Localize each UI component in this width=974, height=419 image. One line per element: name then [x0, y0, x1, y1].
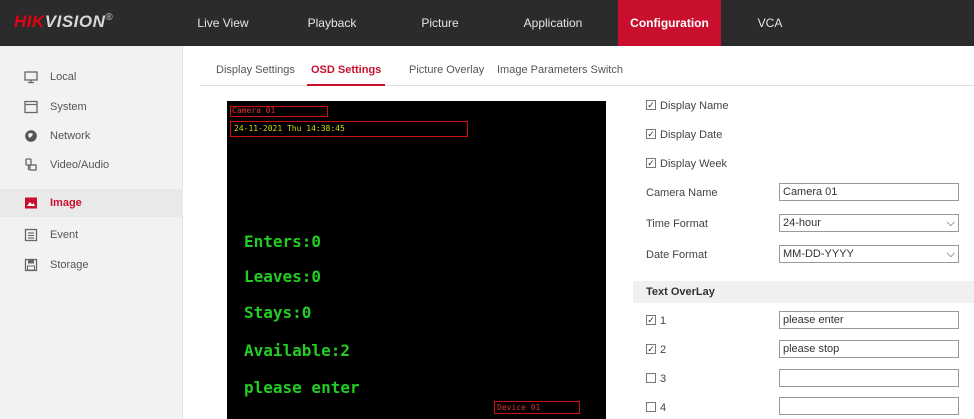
top-nav-bar: HIKVISION® Live View Playback Picture Ap…	[0, 0, 974, 46]
sidebar-item-label: Local	[50, 71, 77, 83]
text-overlay-header: Text OverLay	[633, 281, 974, 303]
text-overlay-checkbox[interactable]	[646, 402, 656, 413]
sidebar-item-label: Event	[50, 229, 79, 241]
tab-display-settings[interactable]: Display Settings	[216, 56, 295, 86]
text-overlay-checkbox[interactable]	[646, 373, 656, 384]
time-format-value: 24-hour	[783, 217, 821, 229]
sidebar-item-label: Storage	[50, 259, 89, 271]
date-format-select[interactable]: MM-DD-YYYY ⌵	[779, 245, 959, 263]
chevron-down-icon: ⌵	[946, 217, 955, 229]
osd-text-line: please enter	[244, 378, 360, 397]
osd-datetime: 24-11-2021 Thu 14:38:45	[234, 124, 345, 133]
nav-live-view[interactable]: Live View	[187, 0, 259, 46]
nav-application[interactable]: Application	[505, 0, 601, 46]
nav-configuration[interactable]: Configuration	[618, 0, 721, 46]
storage-icon	[24, 258, 38, 272]
text-overlay-checkbox[interactable]: ✓	[646, 344, 656, 355]
osd-text-line: Available:2	[244, 341, 350, 360]
text-overlay-row: 4	[646, 398, 666, 418]
display-week-label: Display Week	[660, 158, 728, 170]
text-overlay-number: 3	[660, 373, 667, 385]
osd-text-line: Leaves:0	[244, 267, 322, 286]
sidebar-item-network[interactable]: Network	[0, 122, 183, 150]
nav-playback[interactable]: Playback	[296, 0, 368, 46]
osd-camera-name: Camera 01	[232, 106, 276, 115]
text-overlay-input[interactable]: please enter	[779, 311, 959, 329]
text-overlay-number: 2	[660, 344, 667, 356]
time-format-label: Time Format	[646, 218, 708, 230]
settings-tabs: Display Settings OSD Settings Picture Ov…	[200, 56, 974, 86]
display-name-checkbox[interactable]: ✓	[646, 100, 656, 111]
sidebar-item-system[interactable]: System	[0, 93, 183, 121]
text-overlay-number: 4	[660, 402, 667, 414]
event-icon	[24, 228, 38, 242]
text-overlay-row: ✓ 1	[646, 311, 666, 331]
tab-picture-overlay[interactable]: Picture Overlay	[409, 56, 484, 86]
display-date-label: Display Date	[660, 129, 723, 141]
text-overlay-row: ✓ 2	[646, 340, 666, 360]
osd-text-line: Stays:0	[244, 303, 312, 322]
time-format-select[interactable]: 24-hour ⌵	[779, 214, 959, 232]
date-format-value: MM-DD-YYYY	[783, 248, 854, 260]
camera-name-label: Camera Name	[646, 187, 718, 199]
text-overlay-input[interactable]	[779, 397, 959, 415]
sidebar-item-event[interactable]: Event	[0, 221, 183, 249]
system-icon	[24, 100, 38, 114]
globe-icon	[25, 130, 37, 142]
display-week-row: ✓ Display Week	[646, 154, 727, 174]
sidebar-item-label: System	[50, 101, 87, 113]
text-overlay-number: 1	[660, 315, 667, 327]
sidebar-item-storage[interactable]: Storage	[0, 251, 183, 279]
sidebar-item-local[interactable]: Local	[0, 63, 183, 91]
tab-image-parameters-switch[interactable]: Image Parameters Switch	[497, 56, 623, 86]
display-week-checkbox[interactable]: ✓	[646, 158, 656, 169]
monitor-icon	[24, 71, 38, 84]
display-name-row: ✓ Display Name	[646, 96, 728, 116]
sidebar-item-label: Network	[50, 130, 91, 142]
video-audio-icon	[25, 158, 37, 171]
tab-osd-settings[interactable]: OSD Settings	[307, 56, 386, 86]
display-date-row: ✓ Display Date	[646, 125, 722, 145]
nav-vca[interactable]: VCA	[740, 0, 800, 46]
brand-logo: HIKVISION®	[14, 12, 114, 31]
sidebar-item-video-audio[interactable]: Video/Audio	[0, 151, 183, 179]
sidebar-item-label: Video/Audio	[50, 159, 110, 171]
display-date-checkbox[interactable]: ✓	[646, 129, 656, 140]
image-icon	[25, 197, 37, 209]
osd-device-id: Device 01	[497, 403, 541, 412]
chevron-down-icon: ⌵	[946, 248, 955, 260]
sidebar: Local System Network Video/Audio Image E…	[0, 46, 183, 419]
text-overlay-input[interactable]: please stop	[779, 340, 959, 358]
display-name-label: Display Name	[660, 100, 729, 112]
sidebar-item-label: Image	[50, 197, 82, 209]
text-overlay-checkbox[interactable]: ✓	[646, 315, 656, 326]
camera-name-input[interactable]: Camera 01	[779, 183, 959, 201]
video-preview[interactable]: Camera 01 24-11-2021 Thu 14:38:45 Enters…	[227, 101, 606, 419]
nav-picture[interactable]: Picture	[404, 0, 476, 46]
text-overlay-input[interactable]	[779, 369, 959, 387]
text-overlay-row: 3	[646, 369, 666, 389]
sidebar-item-image[interactable]: Image	[0, 189, 183, 217]
osd-text-line: Enters:0	[244, 232, 322, 251]
date-format-label: Date Format	[646, 249, 708, 261]
